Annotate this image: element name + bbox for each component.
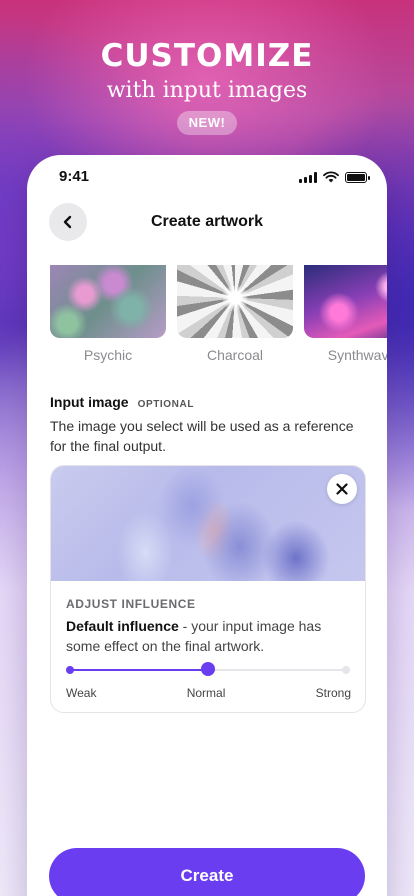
style-option-synthwave[interactable]: Synthwave [304, 265, 387, 363]
influence-level-name: Default influence [66, 618, 179, 634]
battery-icon [345, 171, 370, 183]
adjust-influence-label: ADJUST INFLUENCE [66, 597, 196, 611]
slider-start-dot [66, 666, 74, 674]
section-title: Input image [50, 394, 129, 410]
scale-label-weak: Weak [66, 686, 97, 700]
style-option-charcoal[interactable]: Charcoal [177, 265, 293, 363]
scale-label-strong: Strong [315, 686, 351, 700]
input-image-card: ADJUST INFLUENCE Default influence - you… [50, 465, 366, 713]
section-description: The image you select will be used as a r… [50, 418, 354, 454]
close-icon [336, 483, 348, 495]
style-carousel[interactable]: Psychic Charcoal Synthwave [27, 265, 387, 370]
signal-icon [299, 171, 317, 183]
slider-end-dot [342, 666, 350, 674]
remove-image-button[interactable] [327, 474, 357, 504]
create-button[interactable]: Create [49, 848, 365, 896]
status-time: 9:41 [59, 168, 90, 185]
influence-description: Default influence - your input image has… [66, 616, 356, 656]
slider-scale: Weak Normal Strong [66, 686, 351, 700]
screen-title: Create artwork [150, 213, 264, 230]
slider-fill [69, 669, 208, 671]
input-image-header: Input image OPTIONAL [50, 394, 194, 410]
hero-title: CUSTOMIZE [100, 38, 314, 74]
style-label: Charcoal [206, 347, 264, 363]
new-badge: NEW! [177, 111, 237, 135]
phone-screen: 9:41 Create artwork Psychic Charcoal Syn… [27, 155, 387, 896]
optional-tag: OPTIONAL [137, 399, 195, 410]
slider-thumb[interactable] [201, 662, 215, 676]
status-icons [299, 170, 370, 184]
style-label: Synthwave [327, 347, 387, 363]
scale-label-normal: Normal [186, 686, 226, 700]
style-thumbnail [304, 265, 387, 338]
style-label: Psychic [83, 347, 133, 363]
input-image-preview[interactable] [51, 466, 365, 581]
hero-subtitle: with input images [106, 78, 308, 103]
wifi-icon [323, 171, 339, 183]
style-thumbnail [177, 265, 293, 338]
style-thumbnail [50, 265, 166, 338]
influence-slider[interactable] [66, 662, 350, 678]
style-option-psychic[interactable]: Psychic [50, 265, 166, 363]
